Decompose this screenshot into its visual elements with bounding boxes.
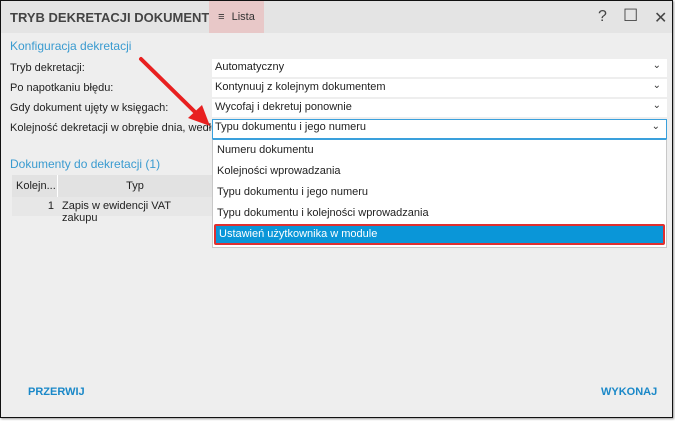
dialog-window: TRYB DEKRETACJI DOKUMENTÓW ≡ Lista ? ☐ ✕…	[0, 0, 673, 418]
red-arrow-annotation	[139, 57, 210, 126]
